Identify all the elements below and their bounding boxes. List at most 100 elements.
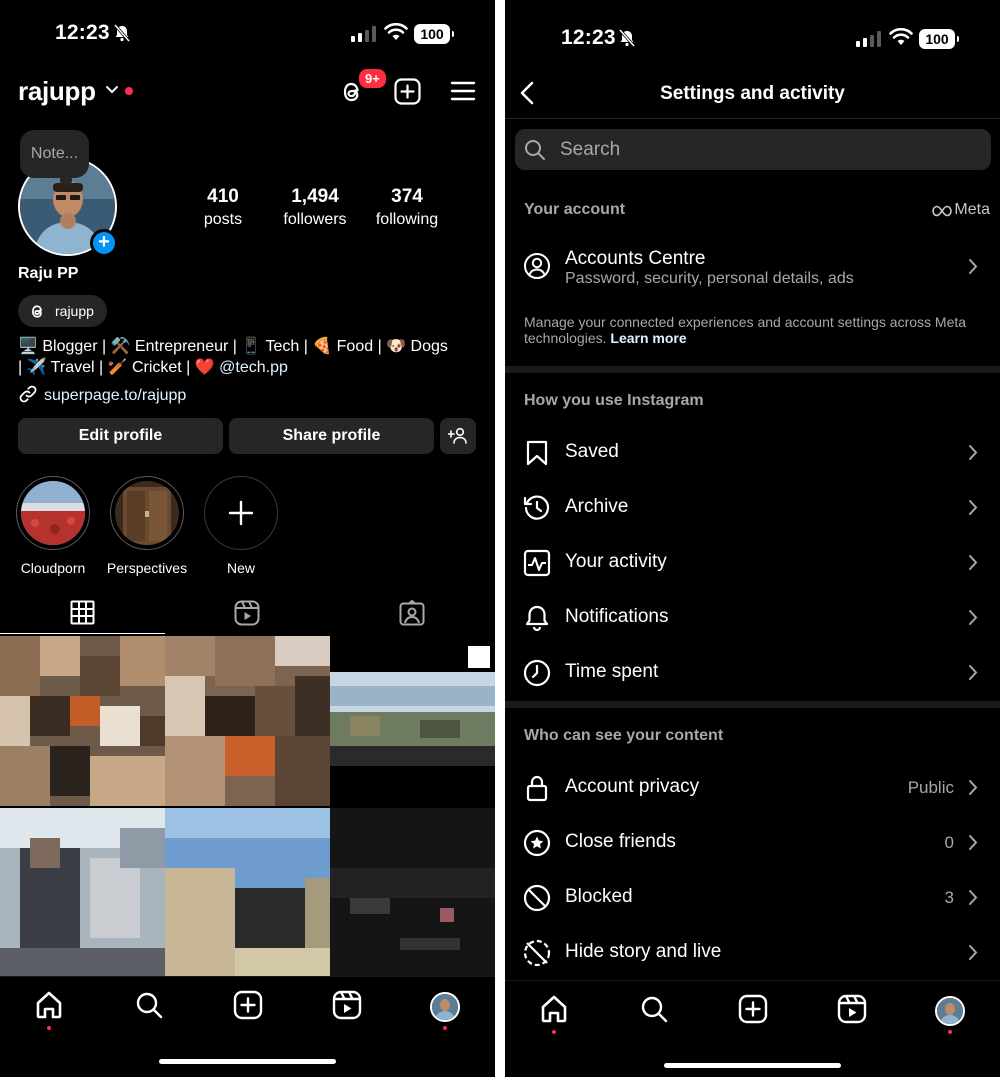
- status-time: 12:23: [55, 21, 110, 44]
- settings-row-saved[interactable]: Saved: [505, 425, 1000, 480]
- tagged-tab-icon[interactable]: [399, 600, 425, 626]
- post-thumbnail[interactable]: [165, 808, 330, 976]
- home-icon[interactable]: [34, 990, 64, 1020]
- status-time: 12:23: [561, 26, 616, 49]
- discover-people-button[interactable]: [440, 418, 476, 454]
- signal-icon: [351, 26, 376, 42]
- learn-more-link[interactable]: Learn more: [610, 330, 686, 346]
- bottom-nav-bar: [505, 980, 1000, 1077]
- settings-screen: 12:23 100 Settings and activity Search Y…: [505, 0, 1000, 1077]
- create-icon[interactable]: [738, 994, 768, 1024]
- wifi-icon: [384, 23, 408, 40]
- star-icon: [523, 829, 551, 857]
- highlight-perspectives[interactable]: Perspectives: [107, 476, 187, 576]
- chevron-right-icon: [969, 555, 978, 570]
- reels-icon[interactable]: [332, 990, 362, 1020]
- profile-nav-photo: [937, 998, 963, 1024]
- settings-row-your-activity[interactable]: Your activity: [505, 535, 1000, 590]
- lock-icon: [526, 775, 548, 802]
- profile-screen: 12:23 100 rajupp 9+ Note... + 410 posts …: [0, 0, 495, 1077]
- threads-profile-badge[interactable]: rajupp: [18, 295, 107, 327]
- note-bubble[interactable]: Note...: [20, 130, 89, 186]
- settings-row-account-privacy[interactable]: Account privacy Public: [505, 760, 1000, 815]
- share-profile-button[interactable]: Share profile: [229, 418, 434, 454]
- search-icon[interactable]: [134, 990, 164, 1020]
- add-story-icon[interactable]: +: [90, 229, 118, 257]
- menu-icon[interactable]: [450, 80, 476, 102]
- section-your-account: Your account: [524, 201, 626, 218]
- bottom-nav-bar: [0, 976, 495, 1077]
- post-thumbnail[interactable]: [0, 808, 165, 976]
- bio-line-2: | ✈️ Travel | 🏏 Cricket | ❤️: [18, 359, 220, 376]
- create-icon[interactable]: [233, 990, 263, 1020]
- post-thumbnail[interactable]: [330, 636, 495, 806]
- panel-divider: [495, 0, 505, 1077]
- home-icon[interactable]: [539, 994, 569, 1024]
- highlight-new[interactable]: New: [204, 476, 278, 576]
- meta-logo: Meta: [932, 201, 990, 219]
- reels-tab-icon[interactable]: [234, 600, 260, 626]
- section-who-can-see: Who can see your content: [524, 727, 724, 744]
- search-icon[interactable]: [639, 994, 669, 1024]
- stat-following[interactable]: 374 following: [357, 186, 457, 229]
- post-thumbnail[interactable]: [165, 636, 330, 806]
- stat-posts[interactable]: 410 posts: [173, 186, 273, 229]
- bookmark-icon: [526, 440, 548, 466]
- profile-website[interactable]: superpage.to/rajupp: [18, 384, 186, 405]
- settings-row-archive[interactable]: Archive: [505, 480, 1000, 535]
- battery-indicator: 100: [414, 24, 454, 44]
- header-divider: [505, 118, 1000, 119]
- settings-row-hide-story[interactable]: Hide story and live: [505, 925, 1000, 980]
- profile-nav-avatar[interactable]: [430, 992, 460, 1022]
- home-notification-dot: [47, 1026, 51, 1030]
- account-notification-dot: [125, 87, 133, 95]
- chevron-down-icon[interactable]: [105, 85, 119, 95]
- signal-icon: [856, 31, 881, 47]
- post-thumbnail[interactable]: [0, 636, 165, 806]
- archive-icon: [523, 495, 550, 520]
- battery-indicator: 100: [919, 29, 959, 49]
- section-divider: [505, 701, 1000, 708]
- plus-icon: [228, 500, 254, 526]
- accounts-centre-title: Accounts Centre: [565, 248, 706, 269]
- highlight-cloudporn[interactable]: Cloudporn: [16, 476, 90, 576]
- chevron-right-icon: [969, 500, 978, 515]
- highlight-cover-perspectives: [115, 481, 179, 545]
- profile-username[interactable]: rajupp: [18, 76, 96, 107]
- settings-row-close-friends[interactable]: Close friends 0: [505, 815, 1000, 870]
- page-title: Settings and activity: [660, 83, 845, 104]
- reels-icon[interactable]: [837, 994, 867, 1024]
- stat-followers[interactable]: 1,494 followers: [265, 186, 365, 229]
- profile-bio: 🖥️ Blogger | ⚒️ Entrepreneur | 📱 Tech | …: [18, 336, 488, 378]
- status-bar: 12:23 100: [505, 18, 1000, 52]
- settings-row-time-spent[interactable]: Time spent: [505, 645, 1000, 700]
- profile-nav-photo: [432, 994, 458, 1020]
- chevron-right-icon: [969, 665, 978, 680]
- blocked-icon: [523, 884, 551, 912]
- profile-notification-dot: [948, 1030, 952, 1034]
- settings-row-notifications[interactable]: Notifications: [505, 590, 1000, 645]
- threads-logo-icon: [32, 305, 42, 318]
- search-icon: [525, 140, 545, 160]
- home-indicator: [159, 1059, 336, 1064]
- profile-nav-avatar[interactable]: [935, 996, 965, 1026]
- settings-row-blocked[interactable]: Blocked 3: [505, 870, 1000, 925]
- bio-mention-link[interactable]: @tech.pp: [219, 359, 288, 376]
- create-post-icon[interactable]: [394, 78, 421, 105]
- edit-profile-button[interactable]: Edit profile: [18, 418, 223, 454]
- post-thumbnail[interactable]: [330, 808, 495, 976]
- silent-bell-icon: [618, 29, 636, 47]
- chevron-right-icon: [969, 945, 978, 960]
- chevron-right-icon: [969, 259, 978, 274]
- home-notification-dot: [552, 1030, 556, 1034]
- grid-tab-icon[interactable]: [70, 600, 95, 625]
- chevron-right-icon: [969, 780, 978, 795]
- chevron-right-icon: [969, 835, 978, 850]
- posts-grid: [0, 636, 495, 976]
- profile-notification-dot: [443, 1026, 447, 1030]
- chevron-right-icon: [969, 610, 978, 625]
- settings-search-box[interactable]: [515, 129, 991, 170]
- search-input[interactable]: [560, 129, 960, 170]
- home-indicator: [664, 1063, 841, 1068]
- close-friends-count: 0: [944, 833, 954, 852]
